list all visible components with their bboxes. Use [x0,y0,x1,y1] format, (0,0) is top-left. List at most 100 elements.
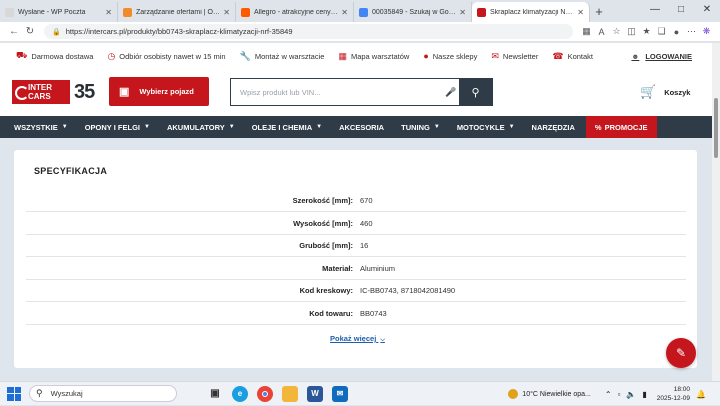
category-4[interactable]: OLEJE I CHEMIA ▼ [252,116,322,138]
scrollbar-thumb[interactable] [714,98,718,158]
phone-icon: ☎ [552,50,564,61]
browser-tab-4[interactable]: 00035849 - Szukaj w Google ✕ [354,2,472,22]
minimize-icon[interactable]: — [642,0,668,20]
taskbar-search-label: Wyszukaj [50,389,83,398]
search-icon: ⚲ [36,388,43,398]
maximize-icon[interactable]: □ [668,0,694,20]
taskbar-search[interactable]: ⚲ Wyszukaj [29,385,177,402]
file-explorer-icon[interactable] [282,385,298,402]
tab-favicon-icon [123,7,132,17]
pin-icon: ● [423,51,429,61]
volume-icon[interactable]: 🔈 [626,390,636,399]
search-icon: ⚲ [471,86,480,99]
tab-close-icon[interactable]: ✕ [459,8,466,17]
category-6[interactable]: TUNING ▼ [401,116,440,138]
logo-badge: INTER CARS [12,80,70,104]
favorite-icon[interactable]: ☆ [609,26,624,37]
tab-close-icon[interactable]: ✕ [105,8,112,17]
spec-key: Kod kreskowy: [299,286,353,295]
category-5[interactable]: AKCESORIA [339,116,384,138]
chevron-up-icon[interactable]: ⌃ [605,390,612,399]
spec-key: Szerokość [mm]: [292,196,353,205]
search-button[interactable]: ⚲ [459,79,492,105]
favorites-icon[interactable]: ★ [639,26,654,37]
category-9[interactable]: % PROMOCJE [585,116,657,138]
edge-icon[interactable]: e [232,385,248,402]
choose-vehicle-button[interactable]: ▣ Wybierz pojazd [109,77,209,106]
spec-value: 460 [360,218,373,228]
word-icon[interactable]: W [307,385,323,402]
top-nav-item-7[interactable]: ☎ Kontakt [552,51,593,62]
top-nav-label: Odbiór osobisty nawet w 15 min [119,51,226,61]
cart-label: Koszyk [664,87,691,97]
category-2[interactable]: OPONY I FELGI ▼ [85,116,150,138]
top-nav-item-3[interactable]: 🔧 Montaż w warsztacie [240,51,325,62]
mail-app-icon[interactable]: ✉ [332,385,348,402]
notification-icon[interactable]: 🔔 [696,390,706,399]
profile-icon[interactable]: ● [669,27,684,37]
battery-icon[interactable]: ▮ [642,390,646,399]
top-nav-item-5[interactable]: ● Nasze sklepy [423,51,477,61]
spec-key: Grubość [mm]: [299,241,353,250]
task-view-icon[interactable]: ▣ [207,386,223,402]
login-link[interactable]: ☻ LOGOWANIE [631,52,692,61]
page-scrollbar[interactable] [712,43,720,381]
top-nav-item-4[interactable]: ▦ Mapa warsztatów [338,51,409,62]
clock[interactable]: 18:00 2025-12-09 [657,385,690,403]
copilot-icon[interactable]: ❋ [699,26,714,37]
menu-icon[interactable]: ⋯ [684,26,699,37]
browser-tab-2[interactable]: Zarządzanie ofertami | Ovoko ✕ [118,2,236,22]
tab-close-icon[interactable]: ✕ [223,8,230,17]
collections-icon[interactable]: ❏ [654,26,669,37]
browser-tab-bar: Wysłane - WP Poczta ✕ Zarządzanie ofertami… [0,0,720,22]
cart-link[interactable]: 🛒 Koszyk [640,84,690,100]
truck-icon: ⛟ [16,50,28,60]
weather-text: 10°C Niewielkie opa... [522,390,591,398]
mail-icon: ✉ [491,50,499,61]
logo-number: 35 [74,80,95,103]
category-8[interactable]: NARZĘDZIA [532,116,575,138]
browser-tab-3[interactable]: Allegro - atrakcyjne ceny - Stro✕ [236,2,354,22]
chat-button[interactable]: ✎ [666,338,696,368]
chrome-icon[interactable] [257,385,273,402]
category-1[interactable]: WSZYSTKIE ▼ [14,116,68,138]
top-nav-item-2[interactable]: ◷ Odbiór osobisty nawet w 15 min [107,51,225,62]
clock-date: 2025-12-09 [656,395,691,402]
read-aloud-icon[interactable]: A [594,27,609,37]
tab-title: Wysłane - WP Poczta [18,8,86,16]
weather-widget[interactable]: 10°C Niewielkie opa... [508,389,591,399]
intercars-logo[interactable]: INTER CARS 35 [12,79,100,105]
tab-close-icon[interactable]: ✕ [577,8,584,17]
browser-tab-5[interactable]: Skraplacz klimatyzacji NRF 358✕ [472,2,590,22]
browser-tab-1[interactable]: Wysłane - WP Poczta ✕ [0,2,118,22]
network-icon[interactable]: ▫ [618,390,621,399]
top-info-nav: ⛟ Darmowa dostawa ◷ Odbiór osobisty nawet w… [0,43,712,69]
tab-title: Allegro - atrakcyjne ceny - Stro [254,8,338,16]
reload-icon[interactable]: ↻ [22,26,38,37]
category-3[interactable]: AKUMULATORY ▼ [167,116,235,138]
top-nav-item-6[interactable]: ✉ Newsletter [491,51,538,62]
category-7[interactable]: MOTOCYKLE ▼ [457,116,515,138]
top-nav-item-1[interactable]: ⛟ Darmowa dostawa [16,50,93,62]
close-icon[interactable]: ✕ [694,0,720,20]
tab-close-icon[interactable]: ✕ [341,8,348,17]
car-icon: ▣ [119,86,130,98]
microphone-icon[interactable]: 🎤 [443,87,459,98]
window-controls: — □ ✕ [642,0,720,20]
back-icon[interactable]: ← [6,26,22,37]
spec-row: Grubość [mm]: 16 [26,235,686,257]
spec-value: Aluminium [360,263,396,273]
search-input[interactable]: Wpisz produkt lub VIN... [231,88,443,97]
show-more-link[interactable]: Pokaż więcej ⌵ [330,334,385,344]
user-icon: ☻ [631,51,640,61]
split-screen-icon[interactable]: ◫ [624,26,639,37]
url-field[interactable]: 🔒 https://intercars.pl/produkty/bb0743-s… [44,24,573,39]
spec-value: 16 [360,241,369,250]
start-button[interactable] [7,386,21,401]
spec-key: Kod towaru: [309,308,353,318]
windows-taskbar: ⚲ Wyszukaj ▣ e W ✉ 10°C Niewielkie opa..… [0,381,720,405]
top-nav-label: Montaż w warsztacie [254,51,325,61]
clock-icon: ◷ [107,50,116,61]
new-tab-button[interactable]: + [590,2,608,22]
apps-icon[interactable]: ▦ [579,26,594,37]
